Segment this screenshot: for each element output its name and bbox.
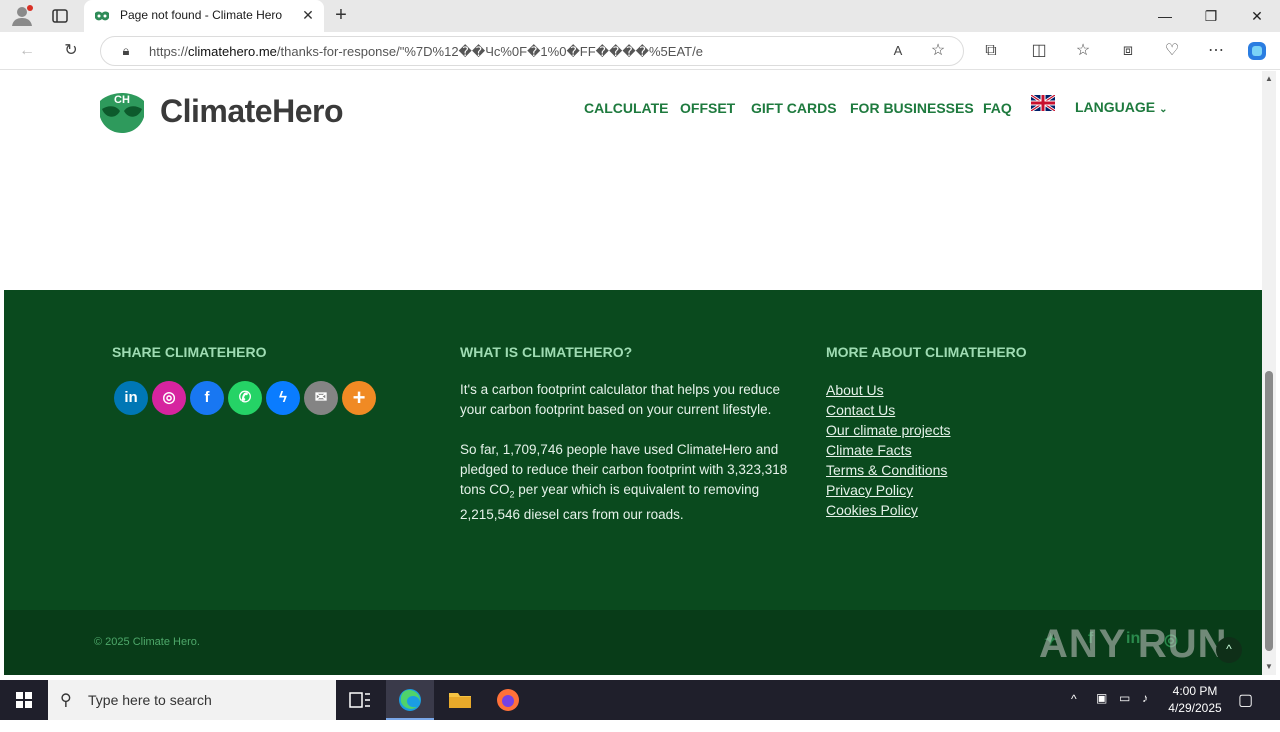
more-title: MORE ABOUT CLIMATEHERO: [826, 344, 1027, 360]
scroll-thumb[interactable]: [1265, 371, 1273, 651]
volume-icon[interactable]: ♪: [1142, 691, 1148, 731]
file-explorer-icon[interactable]: [436, 680, 484, 720]
climatehero-favicon-icon: [94, 9, 110, 23]
share-icons: in ◎ f ✆ ϟ ✉ +: [114, 381, 384, 415]
facebook-icon[interactable]: f: [190, 381, 224, 415]
favorites-icon[interactable]: ☆: [1072, 40, 1094, 62]
search-icon: ⚲: [60, 692, 72, 709]
settings-more-icon[interactable]: ⋯: [1205, 40, 1227, 62]
clock-date: 4/29/2025: [1168, 701, 1222, 715]
main-navigation: CALCULATE OFFSET GIFT CARDS FOR BUSINESS…: [4, 99, 1262, 120]
search-placeholder: Type here to search: [88, 692, 212, 708]
profile-icon[interactable]: [10, 5, 34, 27]
edge-taskbar-icon[interactable]: [386, 680, 434, 720]
browser-toolbar: ← ↻ 🔒︎ https://climatehero.me/thanks-for…: [0, 32, 1280, 70]
taskbar-search[interactable]: ⚲ Type here to search: [48, 680, 336, 720]
minimize-icon[interactable]: —: [1142, 0, 1188, 32]
close-window-icon[interactable]: ✕: [1234, 0, 1280, 32]
collections-icon[interactable]: ⧈: [1117, 40, 1139, 62]
instagram-icon[interactable]: ◎: [152, 381, 186, 415]
whatsapp-icon[interactable]: ✆: [228, 381, 262, 415]
scroll-down-icon[interactable]: ▼: [1262, 661, 1276, 673]
clock-time: 4:00 PM: [1172, 684, 1218, 698]
uk-flag-icon[interactable]: [1030, 93, 1056, 113]
tab-actions-icon[interactable]: [50, 6, 70, 26]
browser-tab-bar: Page not found - Climate Hero ✕ + — ❐ ✕: [0, 0, 1280, 32]
scroll-to-top-icon[interactable]: ^: [1216, 637, 1242, 663]
firefox-icon[interactable]: [484, 680, 532, 720]
restore-icon[interactable]: ❐: [1188, 0, 1234, 32]
email-icon[interactable]: ✉: [304, 381, 338, 415]
favorite-star-icon[interactable]: ☆: [927, 40, 949, 62]
nav-gift-cards[interactable]: GIFT CARDS: [751, 100, 837, 116]
footer-bottom: © 2025 Climate Hero. ✦ f in ◎ ANY RUN ^: [4, 610, 1262, 675]
watermark-text: ANY RUN: [1039, 622, 1228, 666]
scroll-up-icon[interactable]: ▲: [1262, 73, 1276, 85]
nav-faq[interactable]: FAQ: [983, 100, 1012, 116]
what-description: It's a carbon footprint calculator that …: [460, 382, 781, 417]
copilot-icon[interactable]: [1246, 40, 1268, 62]
tab-close-icon[interactable]: ✕: [300, 7, 316, 23]
nav-offset[interactable]: OFFSET: [680, 100, 735, 116]
link-terms[interactable]: Terms & Conditions: [826, 460, 1126, 480]
linkedin-icon[interactable]: in: [114, 381, 148, 415]
nav-for-businesses[interactable]: FOR BUSINESSES: [850, 100, 974, 116]
active-tab[interactable]: Page not found - Climate Hero ✕: [84, 0, 324, 32]
nav-calculate[interactable]: CALCULATE: [584, 100, 669, 116]
address-bar[interactable]: 🔒︎ https://climatehero.me/thanks-for-res…: [100, 36, 964, 66]
lock-icon[interactable]: 🔒︎: [115, 40, 137, 62]
refresh-icon[interactable]: ↻: [60, 40, 82, 62]
extensions-icon[interactable]: ⧉: [980, 40, 1002, 62]
link-climate-projects[interactable]: Our climate projects: [826, 420, 1126, 440]
network-icon[interactable]: ▭: [1119, 691, 1130, 731]
meet-now-icon[interactable]: ▣: [1096, 691, 1107, 731]
link-cookies[interactable]: Cookies Policy: [826, 500, 1126, 520]
more-icon[interactable]: +: [342, 381, 376, 415]
page-viewport: CH ClimateHero CALCULATE OFFSET GIFT CAR…: [4, 71, 1262, 675]
chevron-down-icon: ⌄: [1159, 104, 1168, 115]
language-dropdown[interactable]: LANGUAGE ⌄: [1075, 99, 1168, 115]
link-contact-us[interactable]: Contact Us: [826, 400, 1126, 420]
task-view-icon[interactable]: [336, 680, 384, 720]
share-title: SHARE CLIMATEHERO: [112, 344, 267, 360]
windows-start-icon[interactable]: [0, 680, 48, 720]
copyright: © 2025 Climate Hero.: [94, 636, 200, 648]
what-stats: So far, 1,709,746 people have used Clima…: [460, 442, 788, 522]
notifications-icon[interactable]: ▢: [1238, 690, 1253, 730]
link-privacy[interactable]: Privacy Policy: [826, 480, 1126, 500]
link-about-us[interactable]: About Us: [826, 380, 1126, 400]
back-icon[interactable]: ←: [16, 40, 38, 62]
tab-title: Page not found - Climate Hero: [120, 8, 283, 22]
new-tab-icon[interactable]: +: [330, 4, 352, 26]
anyrun-watermark: ANY RUN: [1039, 610, 1239, 672]
about-links: About Us Contact Us Our climate projects…: [826, 380, 1126, 520]
system-clock[interactable]: 4:00 PM 4/29/2025: [1160, 683, 1230, 717]
split-screen-icon[interactable]: ◫: [1028, 40, 1050, 62]
show-hidden-icons[interactable]: ^: [1071, 692, 1077, 732]
read-aloud-icon[interactable]: A: [887, 40, 909, 62]
url-text: https://climatehero.me/thanks-for-respon…: [149, 44, 703, 59]
page-scrollbar[interactable]: ▲ ▼: [1262, 71, 1276, 675]
taskbar: ⚲ Type here to search ^ ▣ ▭ ♪ 4:00 PM 4/…: [0, 680, 1280, 720]
link-climate-facts[interactable]: Climate Facts: [826, 440, 1126, 460]
messenger-icon[interactable]: ϟ: [266, 381, 300, 415]
what-title: WHAT IS CLIMATEHERO?: [460, 344, 633, 360]
footer: SHARE CLIMATEHERO in ◎ f ✆ ϟ ✉ + WHAT IS…: [4, 290, 1262, 610]
browser-essentials-icon[interactable]: ♡: [1161, 40, 1183, 62]
